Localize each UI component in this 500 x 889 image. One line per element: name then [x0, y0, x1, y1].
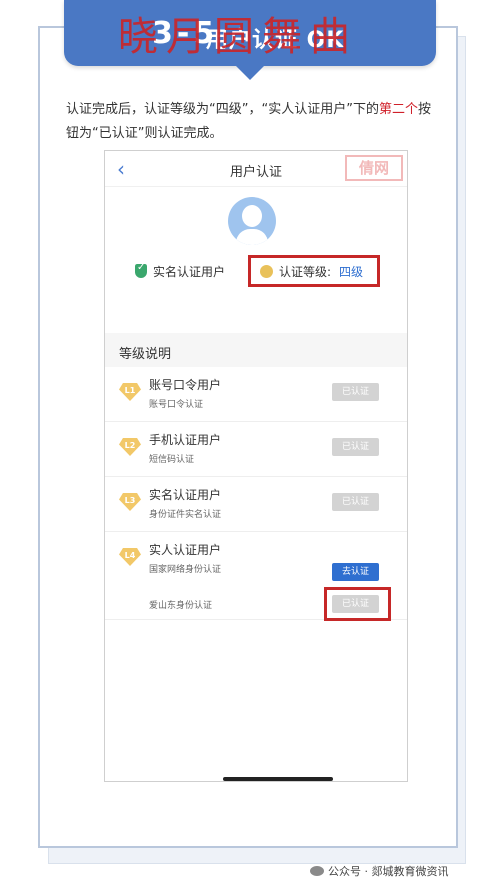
instruction-text: 认证完成后，认证等级为“四级”，“实人认证用户”下的第二个按钮为“已认证”则认证… — [66, 98, 436, 146]
level-subtitle-secondary: 爱山东身份认证 — [149, 601, 213, 611]
level-value: 四级 — [339, 265, 364, 279]
instruction-part-1: 认证完成后，认证等级为“四级”，“实人认证用户”下的 — [66, 102, 379, 117]
footer-text: 公众号 · 郯城教育微资讯 — [328, 865, 449, 878]
watermark-text: 晓月圆舞曲 — [118, 14, 358, 60]
medal-icon — [260, 265, 273, 278]
verified-button[interactable]: 已认证 — [332, 438, 379, 456]
level-label: 认证等级: — [279, 265, 332, 279]
badge-label: L3 — [124, 496, 136, 505]
nav-bar: ‹ 用户认证 倩网 — [105, 151, 407, 187]
badge-label: L4 — [124, 551, 136, 560]
phone-screenshot: ‹ 用户认证 倩网 实名认证用户 认证等级: 四级 等级说明 L1 账号口令用户… — [104, 150, 408, 782]
status-row: 实名认证用户 认证等级: 四级 — [105, 255, 407, 287]
level-subtitle: 国家网络身份认证 — [149, 565, 222, 575]
level-title: 账号口令用户 — [149, 378, 222, 392]
level-item-l1: L1 账号口令用户 账号口令认证 已认证 — [105, 367, 407, 422]
avatar-head — [242, 205, 262, 227]
nav-watermark: 倩网 — [345, 155, 403, 181]
section-title: 等级说明 — [105, 333, 407, 367]
level-highlight-box: 认证等级: 四级 — [248, 255, 380, 287]
level-title: 实名认证用户 — [149, 488, 222, 502]
verified-button[interactable]: 已认证 — [332, 595, 379, 613]
level-subtitle: 短信码认证 — [149, 455, 195, 465]
level-title: 手机认证用户 — [149, 433, 222, 447]
verified-button[interactable]: 已认证 — [332, 383, 379, 401]
instruction-highlight: 第二个 — [378, 102, 418, 117]
verified-button[interactable]: 已认证 — [332, 493, 379, 511]
level-badge-icon: L1 — [119, 383, 141, 401]
avatar-body — [236, 229, 268, 245]
wechat-icon — [310, 866, 324, 876]
home-indicator[interactable] — [223, 777, 333, 781]
verified-status-label: 实名认证用户 — [153, 265, 226, 279]
level-item-l2: L2 手机认证用户 短信码认证 已认证 — [105, 422, 407, 477]
level-item-l3: L3 实名认证用户 身份证件实名认证 已认证 — [105, 477, 407, 532]
level-subtitle: 账号口令认证 — [149, 400, 204, 410]
go-verify-button[interactable]: 去认证 — [332, 563, 379, 581]
banner-pointer — [232, 62, 268, 80]
level-badge-icon: L4 — [119, 548, 141, 566]
level-item-l4: L4 实人认证用户 国家网络身份认证 去认证 爱山东身份认证 已认证 — [105, 532, 407, 621]
badge-label: L1 — [124, 386, 136, 395]
footer-attribution: 公众号 · 郯城教育微资讯 — [310, 863, 449, 879]
level-badge-icon: L2 — [119, 438, 141, 456]
level-title: 实人认证用户 — [149, 543, 222, 557]
profile-section: 实名认证用户 认证等级: 四级 — [105, 187, 407, 333]
level-subtitle: 身份证件实名认证 — [149, 510, 222, 520]
shield-check-icon — [135, 262, 147, 278]
level-badge-icon: L3 — [119, 493, 141, 511]
avatar — [228, 197, 276, 245]
badge-label: L2 — [124, 441, 136, 450]
